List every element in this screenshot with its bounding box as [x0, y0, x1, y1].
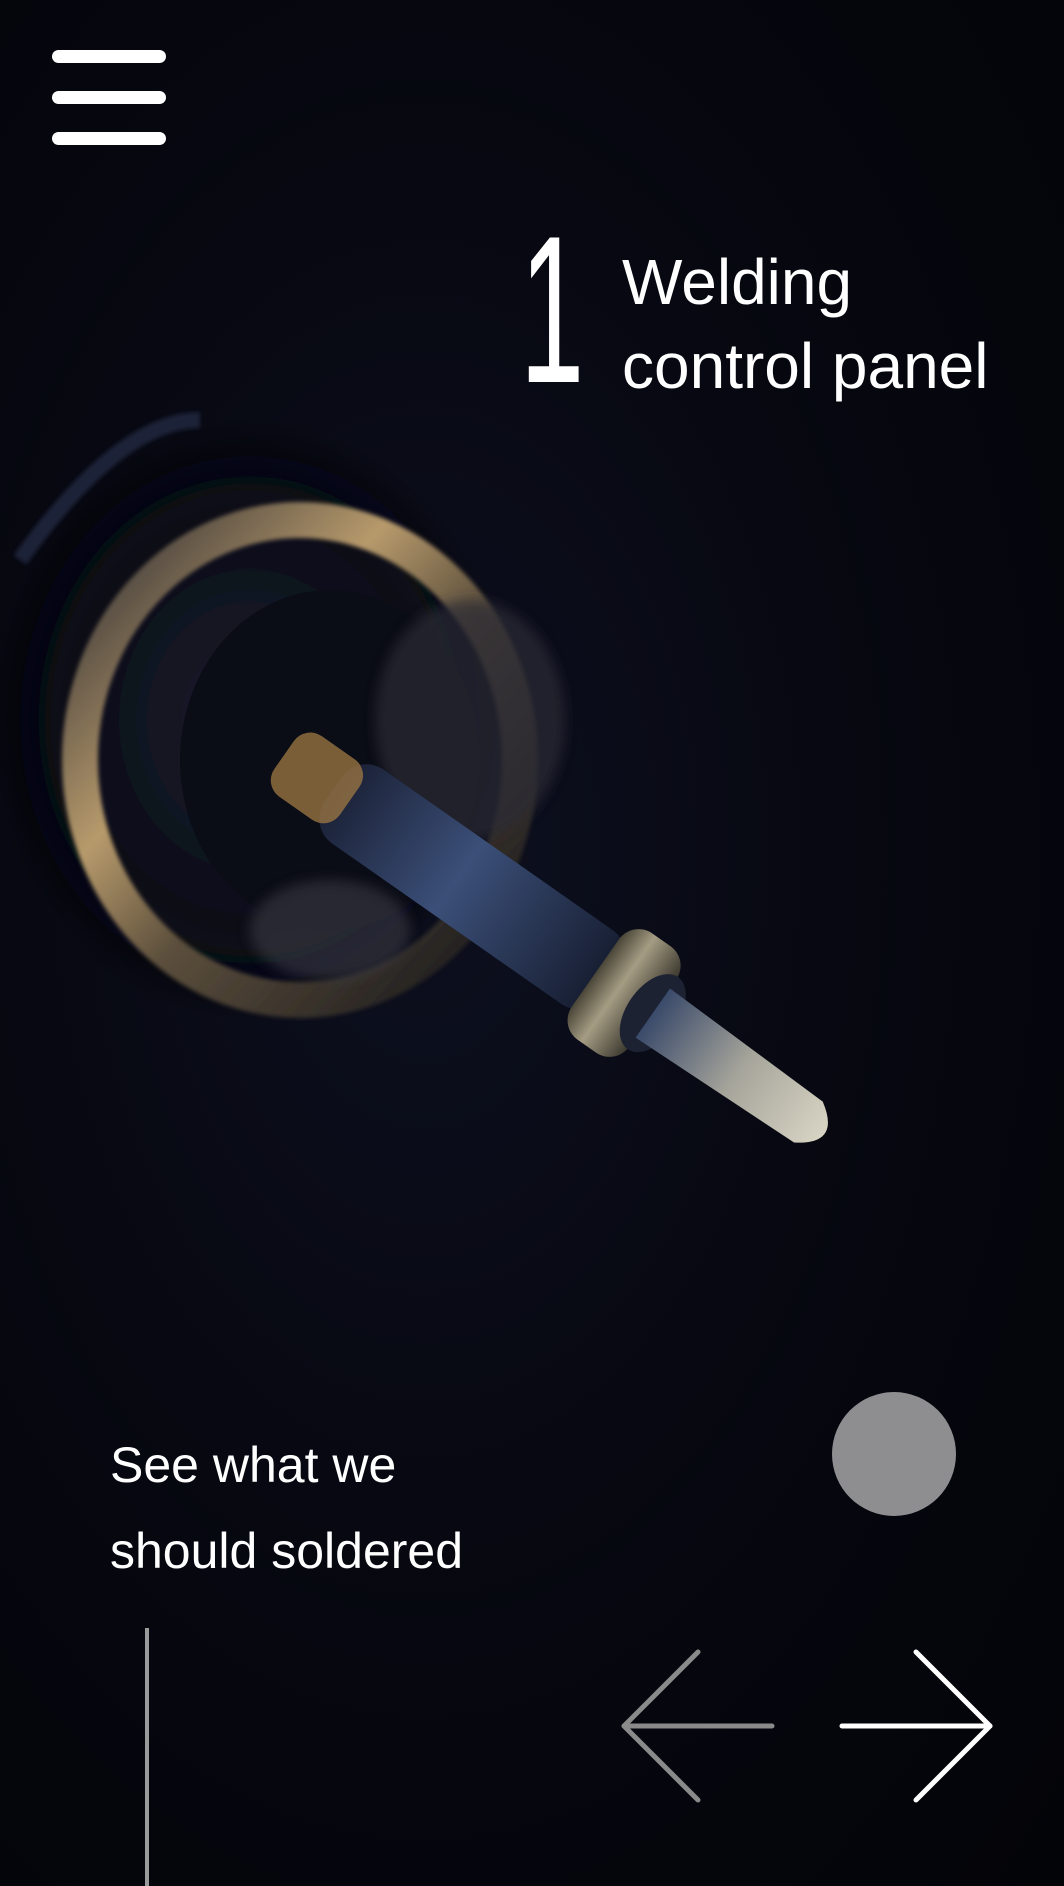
arrow-left-icon[interactable]: [618, 1646, 778, 1806]
menu-bar: [52, 132, 166, 145]
arrow-right-icon[interactable]: [836, 1646, 996, 1806]
step-title-line1: Welding: [622, 246, 853, 318]
hamburger-menu-icon[interactable]: [52, 50, 166, 146]
see-more-link[interactable]: See what we should soldered: [110, 1422, 530, 1594]
scroll-indicator-line: [145, 1628, 149, 1886]
menu-bar: [52, 50, 166, 63]
cta-line2: should soldered: [110, 1523, 464, 1579]
app-screen: 1 Welding control panel See what we shou…: [0, 0, 1064, 1886]
step-title: Welding control panel: [622, 240, 1022, 408]
cta-line1: See what we: [110, 1437, 397, 1493]
menu-bar: [52, 91, 166, 104]
hotspot-dot-button[interactable]: [832, 1392, 956, 1516]
step-title-line2: control panel: [622, 330, 989, 402]
step-number: 1: [520, 192, 584, 427]
